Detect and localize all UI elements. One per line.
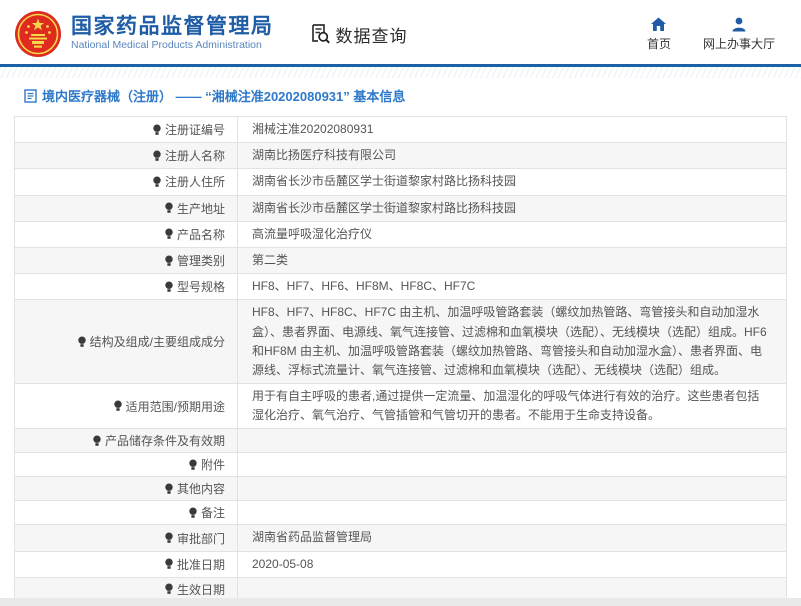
bulb-icon: [77, 336, 87, 348]
row-label: 注册人名称: [15, 143, 238, 169]
row-label-text: 生效日期: [176, 582, 225, 597]
row-label-text: 产品储存条件及有效期: [104, 434, 225, 449]
row-label: 管理类别: [15, 247, 238, 274]
row-value: [238, 453, 786, 476]
table-row: 管理类别 第二类: [15, 247, 786, 275]
row-value: HF8、HF7、HF6、HF8M、HF8C、HF7C: [252, 279, 476, 294]
row-label-text: 生产地址: [176, 201, 225, 216]
row-label-text: 产品名称: [176, 227, 225, 242]
bulb-icon: [164, 532, 174, 544]
row-value: [238, 429, 786, 452]
row-value: 用于有自主呼吸的患者,通过提供一定流量、加温湿化的呼吸气体进行有效的治疗。这些患…: [252, 389, 760, 423]
table-row: 生产地址 湖南省长沙市岳麓区学士街道黎家村路比扬科技园: [15, 195, 786, 222]
breadcrumb: 境内医疗器械（注册） —— “湘械注准20202080931” 基本信息: [0, 78, 801, 114]
row-label: 型号规格: [15, 274, 238, 300]
document-icon: [24, 88, 37, 103]
row-label: 注册人住所: [15, 169, 238, 195]
bulb-icon: [164, 558, 174, 570]
row-label-text: 批准日期: [176, 557, 225, 572]
row-value: HF8、HF7、HF8C、HF7C 由主机、加温呼吸管路套装（螺纹加热管路、弯管…: [252, 305, 767, 377]
bulb-icon: [188, 507, 198, 519]
bulb-icon: [164, 228, 174, 240]
row-value: 湖南比扬医疗科技有限公司: [252, 148, 397, 163]
home-icon: [651, 17, 667, 31]
top-nav: 首页 网上办事大厅: [647, 17, 785, 52]
row-value: 湖南省长沙市岳麓区学士街道黎家村路比扬科技园: [252, 200, 517, 215]
row-label-text: 备注: [200, 506, 225, 521]
row-label-text: 审批部门: [176, 531, 225, 546]
bulb-icon: [164, 281, 174, 293]
table-row: 注册证编号 湘械注准20202080931: [15, 117, 786, 144]
row-value: 高流量呼吸湿化治疗仪: [252, 226, 373, 241]
table-row: 型号规格 HF8、HF7、HF6、HF8M、HF8C、HF7C: [15, 274, 786, 301]
data-query-tab[interactable]: 数据查询: [308, 22, 408, 47]
row-value: [238, 477, 786, 500]
header: 国家药品监督管理局 National Medical Products Admi…: [0, 0, 801, 64]
table-row: 批准日期 2020-05-08: [15, 551, 786, 578]
row-label-text: 附件: [200, 458, 225, 473]
stripe-band: [0, 67, 801, 78]
row-label-text: 适用范围/预期用途: [125, 399, 225, 414]
table-row: 备注: [15, 501, 786, 526]
row-label: 结构及组成/主要组成成分: [15, 300, 238, 384]
row-value: 第二类: [252, 252, 289, 267]
nav-label-home: 首页: [646, 36, 671, 51]
row-value: 湘械注准20202080931: [252, 122, 374, 136]
row-label: 注册证编号: [15, 117, 238, 143]
row-label-text: 管理类别: [176, 254, 225, 269]
org-name-en: National Medical Products Administration: [71, 39, 262, 52]
row-label-text: 结构及组成/主要组成成分: [89, 335, 225, 350]
row-label: 附件: [15, 453, 238, 477]
bulb-icon: [152, 176, 162, 188]
bulb-icon: [164, 255, 174, 267]
row-label: 其他内容: [15, 477, 238, 501]
table-row: 产品名称 高流量呼吸湿化治疗仪: [15, 221, 786, 248]
row-label-text: 其他内容: [176, 482, 225, 497]
row-label: 产品名称: [15, 221, 238, 247]
national-emblem-logo: [15, 11, 61, 57]
row-value: 湖南省药品监督管理局: [252, 530, 373, 545]
table-row: 其他内容: [15, 477, 786, 502]
row-label-text: 注册人住所: [164, 175, 225, 190]
bottom-band: [0, 598, 801, 606]
table-row: 注册人住所 湖南省长沙市岳麓区学士街道黎家村路比扬科技园: [15, 169, 786, 196]
registration-info-table: 注册证编号 湘械注准20202080931 注册人名称 湖南比扬医疗科技有限公司: [14, 116, 787, 606]
row-label: 生产地址: [15, 195, 238, 221]
doc-search-icon: [311, 24, 330, 44]
table-row: 适用范围/预期用途 用于有自主呼吸的患者,通过提供一定流量、加温湿化的呼吸气体进…: [15, 384, 786, 430]
row-label: 产品储存条件及有效期: [15, 429, 238, 453]
row-label: 适用范围/预期用途: [15, 384, 238, 429]
row-label: 审批部门: [15, 525, 238, 551]
page: 国家药品监督管理局 National Medical Products Admi…: [0, 0, 801, 606]
bulb-icon: [164, 583, 174, 595]
row-value: 2020-05-08: [252, 556, 314, 571]
bulb-icon: [188, 459, 198, 471]
nav-label-service-hall: 网上办事大厅: [702, 36, 775, 51]
table-row: 附件: [15, 453, 786, 478]
row-label: 备注: [15, 501, 238, 525]
nav-item-home[interactable]: 首页: [647, 17, 671, 52]
user-icon: [732, 17, 746, 31]
row-label: 批准日期: [15, 551, 238, 577]
row-label-text: 注册人名称: [164, 149, 225, 164]
bulb-icon: [164, 202, 174, 214]
bulb-icon: [92, 435, 102, 447]
breadcrumb-text: 境内医疗器械（注册） —— “湘械注准20202080931” 基本信息: [42, 89, 406, 104]
row-value: 湖南省长沙市岳麓区学士街道黎家村路比扬科技园: [252, 174, 517, 189]
table-row: 审批部门 湖南省药品监督管理局: [15, 525, 786, 552]
table-row: 注册人名称 湖南比扬医疗科技有限公司: [15, 143, 786, 170]
row-value: [238, 501, 786, 524]
bulb-icon: [152, 150, 162, 162]
table-row: 产品储存条件及有效期: [15, 429, 786, 454]
row-label-text: 注册证编号: [164, 123, 225, 138]
row-label-text: 型号规格: [176, 280, 225, 295]
data-query-label: 数据查询: [335, 26, 408, 46]
bulb-icon: [164, 483, 174, 495]
org-names: 国家药品监督管理局 National Medical Products Admi…: [71, 15, 274, 53]
bulb-icon: [113, 400, 123, 412]
table-row: 结构及组成/主要组成成分 HF8、HF7、HF8C、HF7C 由主机、加温呼吸管…: [15, 300, 786, 385]
nav-item-service-hall[interactable]: 网上办事大厅: [703, 17, 775, 52]
bulb-icon: [152, 124, 162, 136]
org-name-cn: 国家药品监督管理局: [71, 15, 274, 39]
